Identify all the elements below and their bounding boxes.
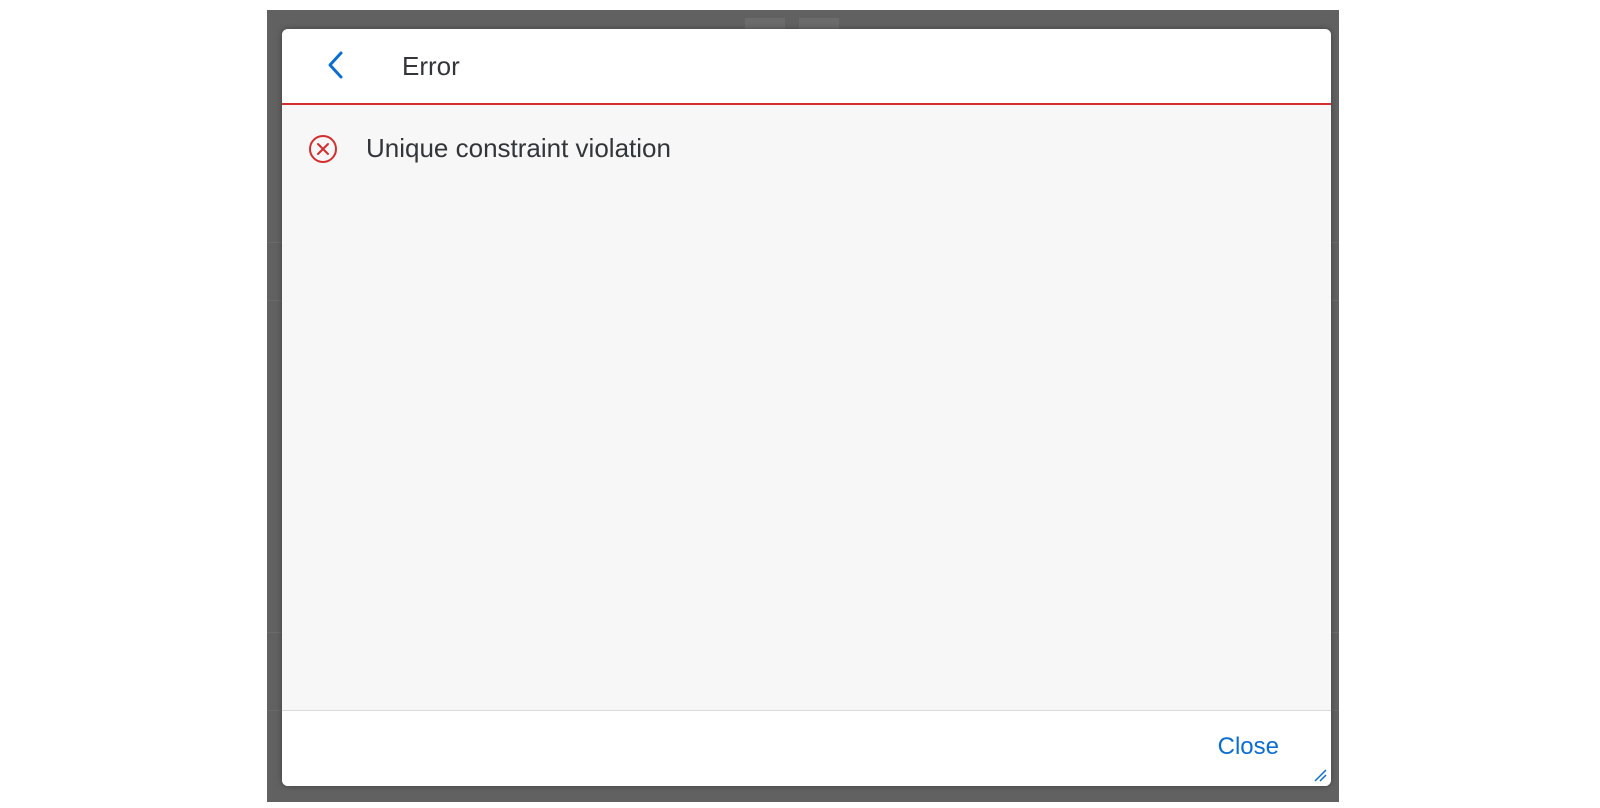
error-message: Unique constraint violation [366,133,671,163]
dialog-footer: Close [282,710,1331,786]
dialog-title: Error [402,51,460,81]
error-circle-x-icon [308,134,338,164]
back-button[interactable] [316,47,356,87]
close-button[interactable]: Close [1218,733,1279,761]
resize-handle-icon[interactable] [1313,768,1327,782]
chevron-left-icon [326,50,346,85]
message-item: Unique constraint violation [308,133,671,164]
error-dialog: Error Unique constraint violation Close [282,29,1331,786]
dialog-header: Error [282,29,1331,105]
dialog-content: Unique constraint violation [282,105,1331,710]
